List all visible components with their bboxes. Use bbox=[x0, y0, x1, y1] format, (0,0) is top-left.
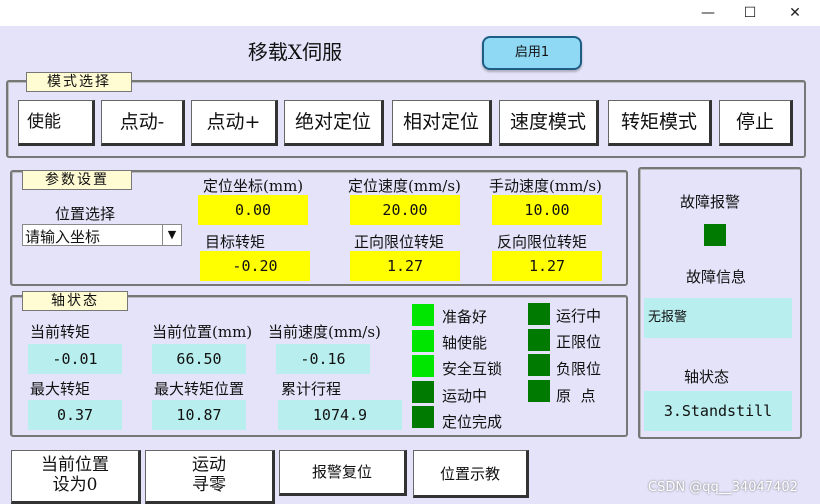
torque-mode-button[interactable]: 转矩模式 bbox=[608, 100, 712, 146]
close-button[interactable]: ✕ bbox=[775, 2, 815, 24]
current-torque-value: -0.01 bbox=[28, 344, 122, 374]
axis-enable-label: 轴使能 bbox=[442, 334, 488, 352]
negative-limit-indicator bbox=[528, 354, 550, 376]
max-torque-label: 最大转矩 bbox=[30, 380, 91, 398]
speed-mode-button[interactable]: 速度模式 bbox=[499, 100, 599, 146]
pos-coord-label: 定位坐标(mm) bbox=[203, 177, 304, 195]
manual-speed-input[interactable]: 10.00 bbox=[492, 195, 602, 225]
origin-indicator bbox=[528, 380, 550, 402]
absolute-position-button[interactable]: 绝对定位 bbox=[284, 100, 384, 146]
safety-interlock-label: 安全互锁 bbox=[442, 360, 503, 378]
travel-label: 累计行程 bbox=[281, 380, 342, 398]
pos-speed-label: 定位速度(mm/s) bbox=[348, 177, 461, 195]
current-speed-label: 当前速度(mm/s) bbox=[268, 323, 381, 341]
enable-1-button[interactable]: 启用1 bbox=[482, 36, 582, 70]
current-pos-label: 当前位置(mm) bbox=[152, 323, 253, 341]
set-zero-line2: 设为0 bbox=[52, 475, 98, 495]
chevron-down-icon[interactable]: ▼ bbox=[162, 225, 181, 245]
mode-select-label: 模式选择 bbox=[26, 72, 132, 92]
axis-state-value: 3.Standstill bbox=[644, 391, 792, 431]
fault-info-label: 故障信息 bbox=[686, 268, 747, 286]
position-done-label: 定位完成 bbox=[442, 413, 503, 431]
rev-limit-torque-label: 反向限位转矩 bbox=[497, 233, 588, 251]
watermark: CSDN @qq__34047402 bbox=[648, 480, 798, 495]
current-speed-value: -0.16 bbox=[276, 344, 370, 374]
alarm-reset-button[interactable]: 报警复位 bbox=[279, 450, 407, 496]
axis-status-label: 轴状态 bbox=[22, 291, 128, 311]
fault-alarm-indicator bbox=[704, 224, 726, 246]
minimize-button[interactable]: — bbox=[688, 2, 728, 24]
axis-enable-indicator bbox=[412, 330, 434, 352]
position-teach-button[interactable]: 位置示教 bbox=[413, 450, 529, 498]
target-torque-label: 目标转矩 bbox=[205, 233, 266, 251]
fault-alarm-label: 故障报警 bbox=[680, 193, 741, 211]
position-select-value: 请输入坐标 bbox=[25, 228, 101, 246]
home-button[interactable]: 运动 寻零 bbox=[145, 450, 275, 504]
jog-plus-button[interactable]: 点动+ bbox=[191, 100, 278, 146]
position-select-dropdown[interactable]: 请输入坐标 ▼ bbox=[22, 224, 182, 246]
fwd-limit-torque-label: 正向限位转矩 bbox=[354, 233, 445, 251]
ready-indicator bbox=[412, 304, 434, 326]
max-torque-pos-value: 10.87 bbox=[152, 400, 246, 430]
position-done-indicator bbox=[412, 406, 434, 428]
param-settings-label: 参数设置 bbox=[22, 170, 132, 190]
home-line1: 运动 bbox=[192, 455, 226, 475]
safety-interlock-indicator bbox=[412, 355, 434, 377]
pos-coord-input[interactable]: 0.00 bbox=[198, 195, 308, 225]
current-torque-label: 当前转矩 bbox=[30, 323, 91, 341]
positive-limit-indicator bbox=[528, 329, 550, 351]
position-select-label: 位置选择 bbox=[55, 205, 116, 223]
manual-speed-label: 手动速度(mm/s) bbox=[489, 177, 602, 195]
set-zero-button[interactable]: 当前位置 设为0 bbox=[11, 450, 141, 504]
fault-info-value: 无报警 bbox=[644, 298, 792, 338]
max-torque-pos-label: 最大转矩位置 bbox=[154, 380, 245, 398]
enable-button[interactable]: 使能 bbox=[18, 100, 95, 146]
relative-position-button[interactable]: 相对定位 bbox=[392, 100, 492, 146]
positive-limit-label: 正限位 bbox=[556, 333, 602, 351]
in-motion-indicator bbox=[412, 381, 434, 403]
current-pos-value: 66.50 bbox=[152, 344, 246, 374]
running-label: 运行中 bbox=[556, 307, 602, 325]
max-torque-value: 0.37 bbox=[28, 400, 122, 430]
ready-label: 准备好 bbox=[442, 308, 488, 326]
target-torque-input[interactable]: -0.20 bbox=[200, 251, 310, 281]
axis-state-label: 轴状态 bbox=[684, 368, 730, 386]
negative-limit-label: 负限位 bbox=[556, 360, 602, 378]
jog-minus-button[interactable]: 点动- bbox=[101, 100, 185, 146]
running-indicator bbox=[528, 303, 550, 325]
fwd-limit-torque-input[interactable]: 1.27 bbox=[350, 251, 460, 281]
in-motion-label: 运动中 bbox=[442, 387, 488, 405]
home-line2: 寻零 bbox=[192, 475, 226, 495]
travel-value: 1074.9 bbox=[278, 400, 402, 430]
maximize-button[interactable]: ☐ bbox=[730, 2, 770, 24]
pos-speed-input[interactable]: 20.00 bbox=[350, 195, 460, 225]
rev-limit-torque-input[interactable]: 1.27 bbox=[492, 251, 602, 281]
origin-label: 原 点 bbox=[556, 387, 596, 405]
stop-button[interactable]: 停止 bbox=[719, 100, 793, 146]
set-zero-line1: 当前位置 bbox=[41, 455, 109, 475]
